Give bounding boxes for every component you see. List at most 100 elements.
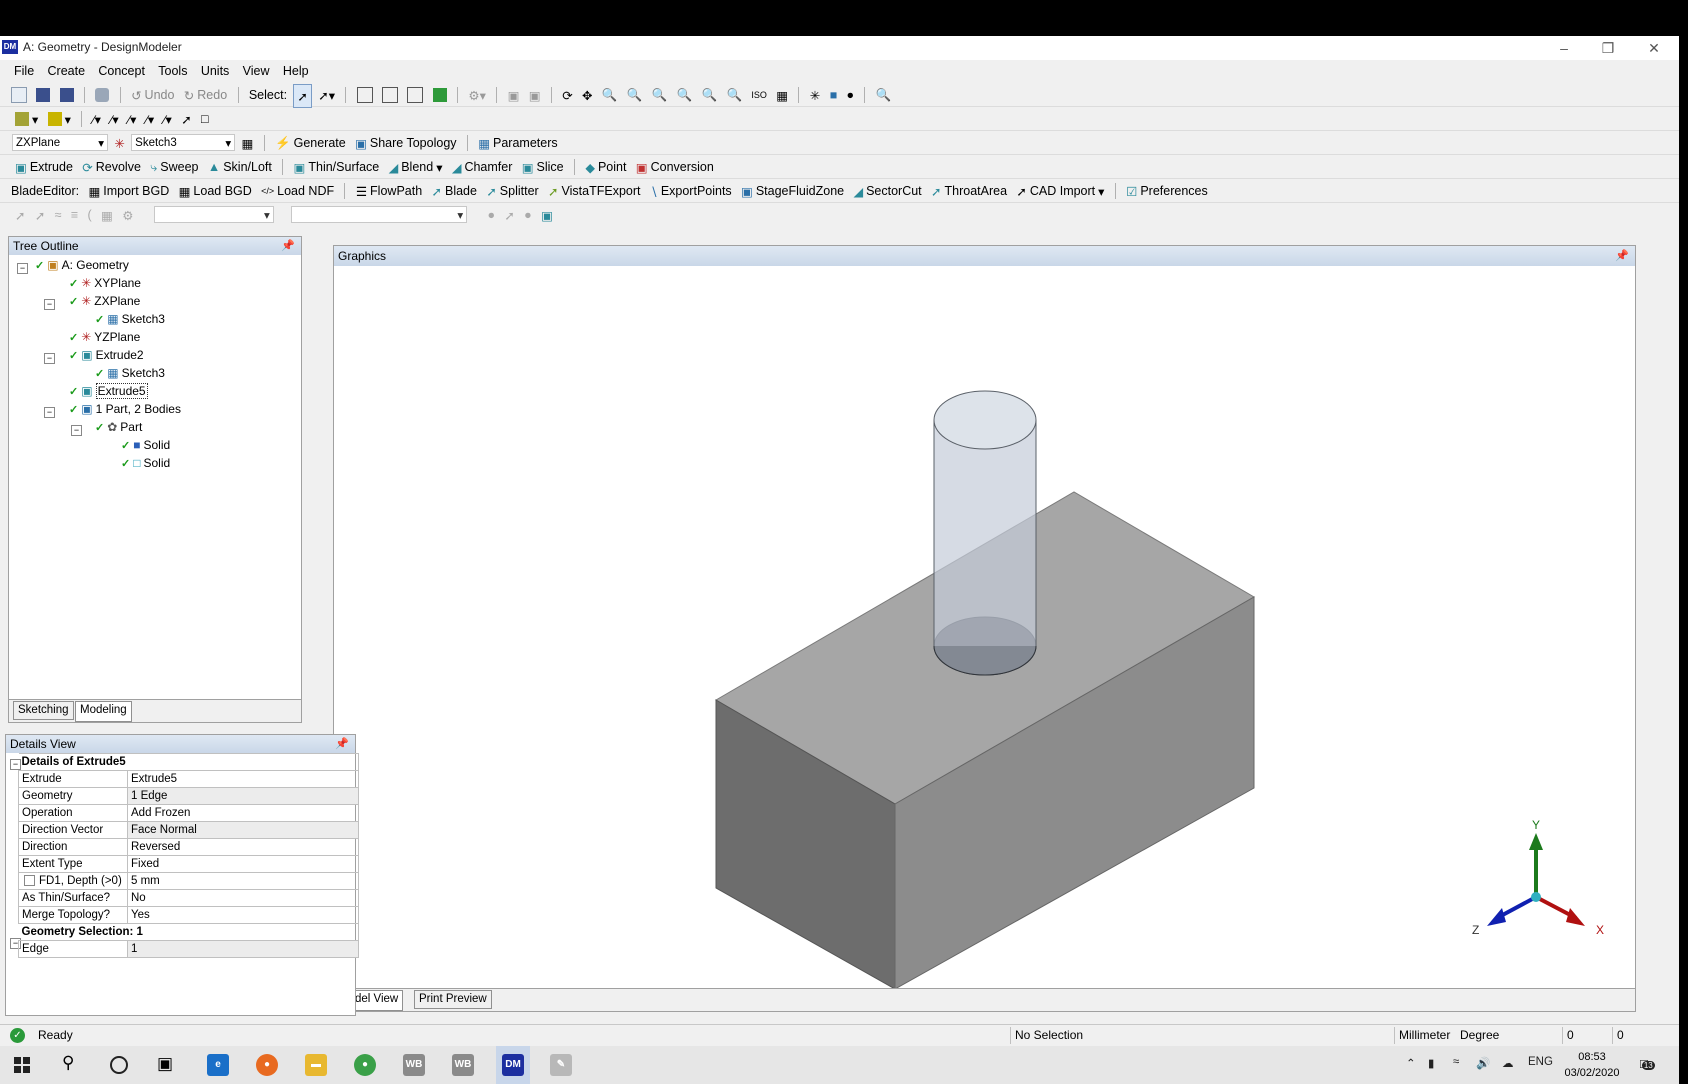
task-view-icon[interactable]: ▣ (157, 1054, 173, 1074)
select-cursor-icon[interactable]: ➚ (293, 84, 312, 108)
undo-button[interactable]: ↺ Undo (128, 84, 177, 106)
disabled-tool2-icon[interactable]: ➚ (32, 204, 48, 226)
disabled-tool3-icon[interactable]: ≈ (52, 204, 65, 226)
load-bgd-button[interactable]: ▦ Load BGD (176, 180, 255, 202)
redo-button[interactable]: ↻ Redo (181, 84, 230, 106)
minimize-button[interactable]: – (1544, 38, 1584, 58)
zoom-box-icon[interactable]: 🔍 (649, 84, 671, 106)
flowpath-button[interactable]: ☰ FlowPath (353, 180, 425, 202)
menu-help[interactable]: Help (279, 61, 313, 81)
zoom-fit-icon[interactable]: 🔍 (674, 84, 696, 106)
point-tool-icon[interactable]: □ (198, 108, 212, 130)
tree-node-xyplane[interactable]: ✓ ✳ XYPlane (69, 275, 141, 291)
zoom-to-fit-icon[interactable]: 🔍 (699, 84, 721, 106)
extrude-button[interactable]: ▣ Extrude (12, 156, 76, 178)
pin-tool-icon[interactable]: ➚ (178, 108, 194, 130)
details-row-direction-vector[interactable]: Direction Vector Face Normal (18, 821, 359, 839)
tab-print-preview[interactable]: Print Preview (414, 990, 492, 1009)
collapse-icon[interactable]: − (71, 425, 82, 436)
chamfer-button[interactable]: ◢ Chamfer (449, 156, 516, 178)
line3-tool-icon[interactable]: ∕▾ (125, 108, 139, 130)
graphics-viewport[interactable]: Y X Z (334, 266, 1635, 989)
workbench-2-icon[interactable]: WB (452, 1054, 474, 1076)
thin-surface-button[interactable]: ▣ Thin/Surface (291, 156, 383, 178)
menu-tools[interactable]: Tools (154, 61, 191, 81)
language-indicator[interactable]: ENG (1528, 1056, 1553, 1068)
cortana-icon[interactable] (110, 1056, 128, 1074)
disabled-tool10-icon[interactable]: ● (521, 204, 535, 226)
slice-button[interactable]: ▣ Slice (519, 156, 567, 178)
look-at-icon[interactable]: 🔍 (873, 84, 895, 106)
disabled-tool7-icon[interactable]: ⚙ (119, 204, 136, 226)
collapse-icon[interactable]: − (44, 407, 55, 418)
splitter-button[interactable]: ➚ Splitter (483, 180, 541, 202)
tree-node-part[interactable]: ✓ ✿ Part (95, 419, 142, 435)
show-hidden-icons[interactable]: ⌃ (1406, 1056, 1416, 1070)
extend-selection-icon[interactable]: ⚙▾ (465, 84, 488, 106)
wifi-icon[interactable]: ≈ (1453, 1056, 1459, 1068)
save-icon[interactable] (33, 84, 53, 106)
load-ndf-button[interactable]: </> Load NDF (258, 180, 337, 202)
exportpoints-button[interactable]: ∖ ExportPoints (647, 180, 735, 202)
save-as-icon[interactable] (57, 84, 77, 106)
blade-button[interactable]: ➚ Blade (429, 180, 480, 202)
line4-tool-icon[interactable]: ∕▾ (143, 108, 157, 130)
blend-button[interactable]: ◢ Blend ▾ (386, 156, 446, 178)
select-face-icon[interactable] (404, 84, 426, 106)
collapse-icon[interactable]: − (44, 299, 55, 310)
tree-node-solid-2[interactable]: ✓ □ Solid (121, 455, 170, 471)
empty-combo-2[interactable]: ▾ (291, 206, 468, 223)
tree-node-solid-1[interactable]: ✓ ■ Solid (121, 437, 170, 453)
box-select-icon[interactable]: ▣ (505, 84, 523, 106)
tab-sketching[interactable]: Sketching (13, 701, 74, 720)
details-row-operation[interactable]: Operation Add Frozen (18, 804, 359, 822)
notifications-icon[interactable]: □13 (1640, 1056, 1655, 1071)
restore-button[interactable]: ❐ (1588, 38, 1628, 58)
details-row-extrude[interactable]: Extrude Extrude5 (18, 770, 359, 788)
line-tool-icon[interactable]: ∕▾ (90, 108, 104, 130)
tab-modeling[interactable]: Modeling (75, 701, 132, 722)
disabled-tool11-icon[interactable]: ▣ (538, 204, 556, 226)
display-model-icon[interactable]: ■ (827, 84, 841, 106)
line5-tool-icon[interactable]: ∕▾ (160, 108, 174, 130)
disabled-tool1-icon[interactable]: ➚ (12, 204, 28, 226)
clock[interactable]: 08:53 03/02/2020 (1562, 1049, 1622, 1081)
preferences-button[interactable]: ☑ Preferences (1123, 180, 1211, 202)
firefox-icon[interactable]: ● (256, 1054, 278, 1076)
zoom-in-icon[interactable]: 🔍 (624, 84, 646, 106)
status-angle[interactable]: Degree (1460, 1028, 1499, 1042)
volume-icon[interactable]: 🔊 (1476, 1056, 1490, 1070)
workbench-icon[interactable]: WB (403, 1054, 425, 1076)
new-plane-axis-icon[interactable]: ✳ (111, 132, 127, 154)
tree-node-parts-bodies[interactable]: ✓ ▣ 1 Part, 2 Bodies (69, 401, 181, 417)
new-file-icon[interactable] (8, 84, 30, 106)
select-vertex-icon[interactable] (354, 84, 376, 106)
paint-tool-icon[interactable]: ✎ (550, 1054, 572, 1076)
pin-icon[interactable]: 📌 (335, 735, 349, 753)
select-body-icon[interactable] (430, 84, 450, 106)
new-plane-icon[interactable]: ▾ (12, 108, 41, 130)
pin-icon[interactable]: 📌 (281, 237, 295, 255)
disabled-tool5-icon[interactable]: ( (85, 204, 95, 226)
edge-browser-icon[interactable]: e (207, 1054, 229, 1076)
details-row-extent-type[interactable]: Extent Type Fixed (18, 855, 359, 873)
pin-icon[interactable]: 📌 (1615, 246, 1629, 266)
conversion-button[interactable]: ▣ Conversion (633, 156, 717, 178)
menu-concept[interactable]: Concept (94, 61, 149, 81)
status-units[interactable]: Millimeter (1394, 1027, 1464, 1044)
collapse-icon[interactable]: − (44, 353, 55, 364)
select-edge-icon[interactable] (379, 84, 401, 106)
details-row-merge-topology[interactable]: Merge Topology? Yes (18, 906, 359, 924)
tree-node-sketch3[interactable]: ✓ ▦ Sketch3 (95, 311, 165, 327)
box-select2-icon[interactable]: ▣ (526, 84, 544, 106)
plane-combo[interactable]: ZXPlane ▾ (12, 134, 108, 151)
sectorcut-button[interactable]: ◢ SectorCut (850, 180, 924, 202)
screenshot-icon[interactable] (92, 84, 112, 106)
menu-view[interactable]: View (239, 61, 274, 81)
import-bgd-button[interactable]: ▦ Import BGD (85, 180, 172, 202)
empty-combo-1[interactable]: ▾ (153, 206, 274, 223)
details-row-direction[interactable]: Direction Reversed (18, 838, 359, 856)
iso-view-icon[interactable]: ISO (748, 84, 770, 106)
cad-import-button[interactable]: ➚ CAD Import ▾ (1013, 180, 1107, 202)
menu-units[interactable]: Units (197, 61, 233, 81)
